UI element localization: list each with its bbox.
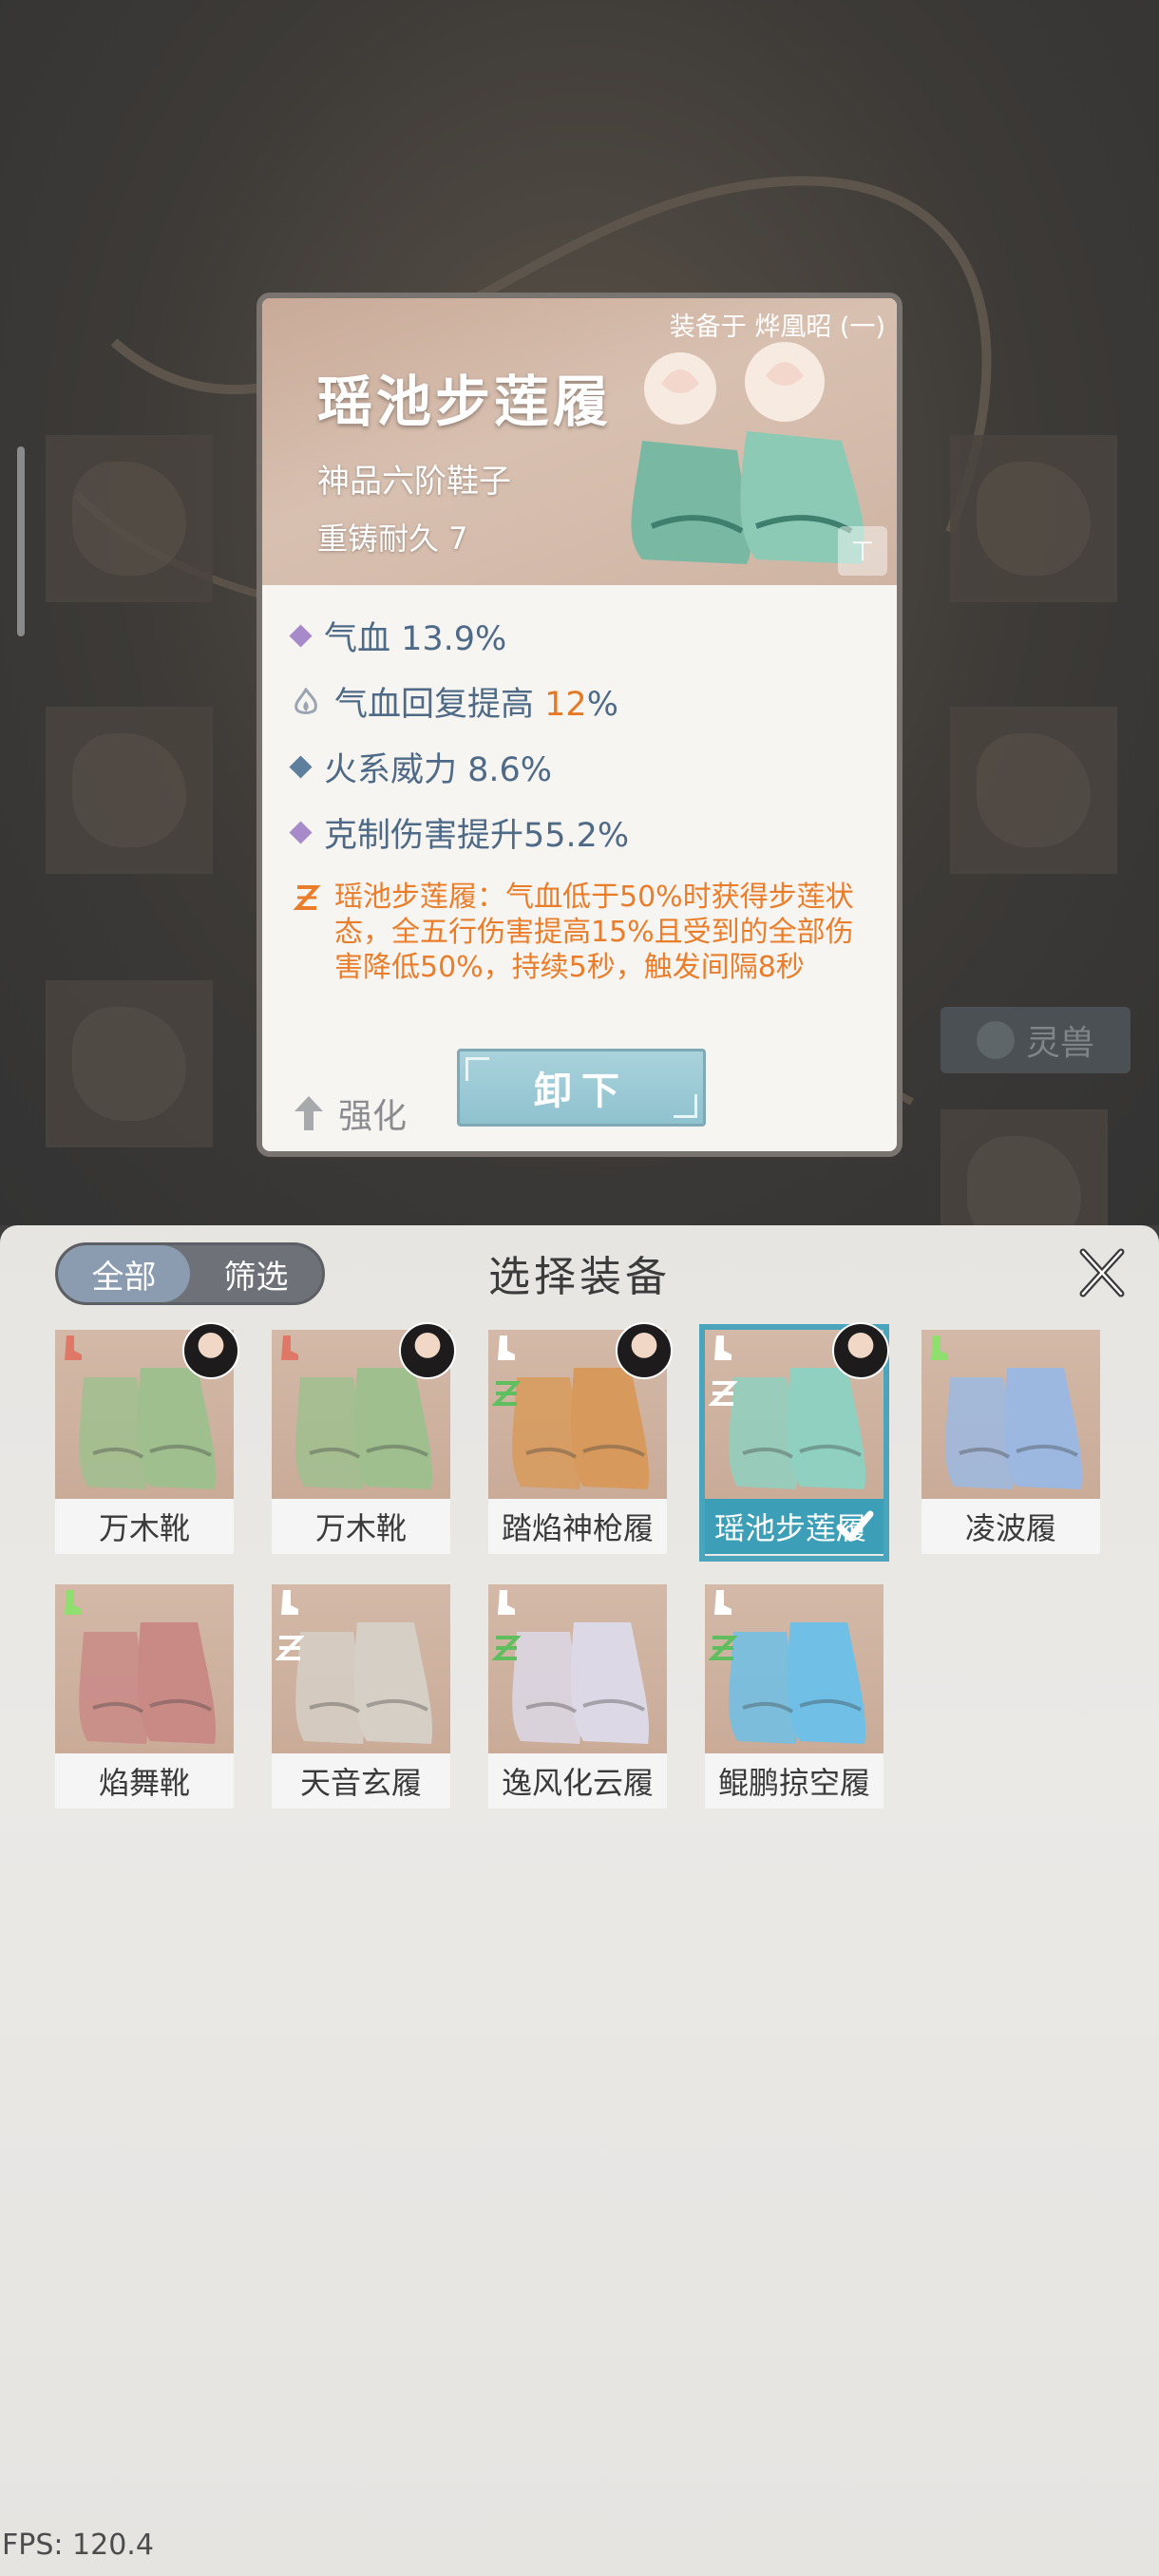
element-icon — [492, 1381, 521, 1406]
element-icon — [709, 1636, 737, 1660]
enhance-button[interactable]: 强化 — [293, 1089, 407, 1138]
special-effect-icon — [293, 885, 321, 910]
stat-highlight: 12 — [544, 686, 587, 724]
unequip-label: 卸下 — [534, 1069, 629, 1113]
element-icon — [492, 1636, 521, 1660]
item-name: 瑶池步莲履 — [317, 369, 613, 434]
stat-row-fire-power: 火系威力 8.6% — [289, 743, 553, 791]
equipment-tile[interactable]: 踏焰神枪履 — [488, 1322, 673, 1556]
equipment-slot-shoes — [46, 980, 213, 1147]
enhance-label: 强化 — [338, 1097, 408, 1136]
equipment-tile[interactable]: 逸风化云履 — [488, 1584, 667, 1810]
boot-type-icon — [498, 1335, 515, 1360]
flame-icon — [294, 687, 317, 714]
boot-type-icon — [281, 1335, 298, 1360]
element-icon — [709, 1381, 737, 1406]
blue-diamond-icon — [289, 755, 313, 779]
equipment-slot-armor — [46, 707, 213, 874]
equipment-name: 凌波履 — [922, 1499, 1100, 1554]
owner-avatar — [616, 1322, 673, 1379]
stat-text: 火系威力 8.6% — [324, 751, 553, 789]
tab-all[interactable]: 全部 — [58, 1245, 190, 1302]
equipment-slot-accessory — [950, 707, 1117, 874]
purple-diamond-icon — [289, 821, 313, 844]
item-durability: 重铸耐久 7 — [317, 521, 468, 557]
boot-type-icon — [281, 1590, 298, 1615]
detail-header: 装备于 烨凰昭 (一) 瑶池步莲履 神品六阶鞋子 重铸耐久 7 ⊤ — [262, 298, 897, 585]
element-icon — [276, 1636, 304, 1660]
boot-type-icon — [714, 1590, 732, 1615]
equipment-tile[interactable]: 万木靴 — [55, 1322, 239, 1556]
special-effect: 瑶池步莲履：气血低于50%时获得步莲状态，全五行伤害提高15%且受到的全部伤害降… — [293, 880, 872, 985]
boot-type-icon — [65, 1335, 82, 1360]
equipment-name: 踏焰神枪履 — [488, 1499, 667, 1554]
boot-type-icon — [714, 1335, 732, 1360]
equipment-slot-helmet — [950, 435, 1117, 602]
spirit-beast-icon — [976, 1021, 1015, 1059]
fps-counter: FPS: 120.4 — [2, 2529, 154, 2562]
stat-text: 气血回复提高 — [334, 686, 545, 724]
equipment-name: 逸风化云履 — [488, 1753, 667, 1809]
check-icon — [836, 1510, 874, 1542]
equipment-tile[interactable]: 瑶池步莲履 — [699, 1322, 889, 1562]
owner-avatar — [399, 1322, 456, 1379]
owner-avatar — [182, 1322, 239, 1379]
stat-row-hp-regen: 气血回复提高 12% — [293, 677, 618, 726]
equipment-name: 万木靴 — [55, 1499, 234, 1554]
item-tier: 神品六阶鞋子 — [317, 463, 511, 501]
boot-type-icon — [65, 1590, 82, 1615]
equipment-tile[interactable]: 焰舞靴 — [55, 1584, 234, 1810]
stat-text: 气血 13.9% — [324, 620, 507, 658]
stat-suffix: % — [586, 686, 618, 724]
select-equipment-panel: 全部 筛选 选择装备 万木靴 万木靴 踏焰神枪履 瑶池步莲履 凌波履 焰舞靴 天音玄履 逸风化… — [0, 1225, 1159, 2576]
tab-filter[interactable]: 筛选 — [190, 1245, 322, 1302]
equipment-tile[interactable]: 鲲鹏掠空履 — [705, 1584, 884, 1810]
scroll-indicator[interactable] — [17, 446, 25, 636]
special-effect-text: 瑶池步莲履：气血低于50%时获得步莲状态，全五行伤害提高15%且受到的全部伤害降… — [334, 881, 854, 984]
owner-avatar — [832, 1322, 889, 1379]
close-icon[interactable] — [1074, 1244, 1130, 1301]
equipment-tile[interactable]: 天音玄履 — [272, 1584, 450, 1810]
unequip-button[interactable]: 卸下 — [457, 1049, 706, 1127]
spirit-beast-tab: 灵兽 — [940, 1007, 1130, 1073]
equipment-slot-weapon — [46, 435, 213, 602]
equipment-name: 万木靴 — [272, 1499, 450, 1554]
equipment-name: 天音玄履 — [272, 1753, 450, 1809]
stat-text: 克制伤害提升55.2% — [324, 817, 630, 855]
equipment-tile[interactable]: 万木靴 — [272, 1322, 456, 1556]
lock-icon[interactable]: ⊤ — [838, 526, 887, 576]
stat-row-counter-damage: 克制伤害提升55.2% — [289, 808, 630, 857]
button-corner-ornament — [674, 1094, 697, 1118]
button-corner-ornament — [466, 1057, 489, 1081]
equipment-tile[interactable]: 凌波履 — [922, 1330, 1100, 1556]
boot-type-icon — [498, 1590, 515, 1615]
purple-diamond-icon — [289, 624, 313, 648]
filter-segment: 全部 筛选 — [55, 1242, 325, 1305]
stat-row-hp: 气血 13.9% — [289, 612, 507, 660]
spirit-beast-label: 灵兽 — [1025, 1024, 1094, 1063]
arrow-up-icon — [294, 1096, 323, 1130]
equipment-detail-card: 装备于 烨凰昭 (一) 瑶池步莲履 神品六阶鞋子 重铸耐久 7 ⊤ 气血 13.… — [256, 293, 902, 1157]
equipment-name: 鲲鹏掠空履 — [705, 1753, 884, 1809]
equipment-name: 焰舞靴 — [55, 1753, 234, 1809]
boot-type-icon — [931, 1335, 948, 1360]
